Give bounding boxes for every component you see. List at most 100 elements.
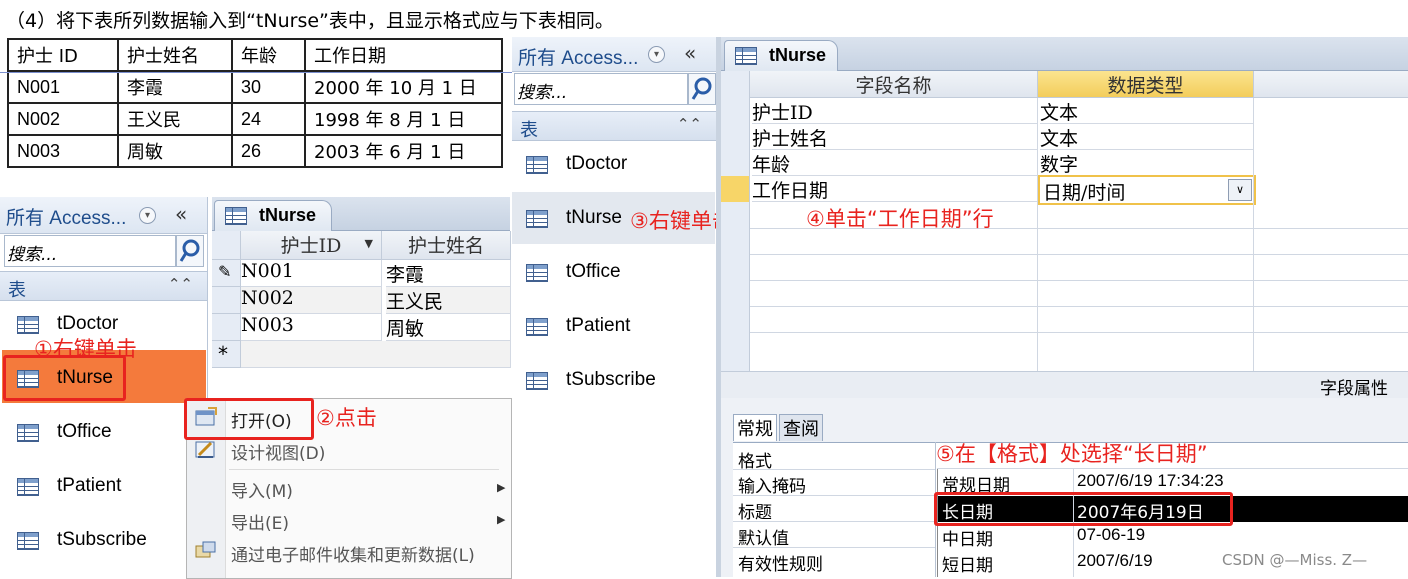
nav-item-tsubscribe[interactable]: tSubscribe xyxy=(526,369,706,395)
row-selector[interactable]: * xyxy=(212,341,241,368)
table-row: N002 王义民 24 1998 年 8 月 1 日 xyxy=(7,102,503,136)
search-button[interactable] xyxy=(688,73,716,105)
data-type-cell[interactable]: 数字 xyxy=(1040,150,1254,176)
row-selector[interactable] xyxy=(212,314,241,341)
row-selector[interactable] xyxy=(212,287,241,314)
data-type-cell[interactable]: 文本 xyxy=(1040,124,1254,150)
column-header-field-name: 字段名称 xyxy=(750,71,1038,98)
nav-pane-header[interactable]: 所有 Access... ▾ « xyxy=(512,37,716,72)
nav-item-toffice[interactable]: tOffice xyxy=(526,261,706,287)
annotation-step4: ④单击“工作日期”行 xyxy=(806,207,994,231)
highlight-box xyxy=(184,398,314,440)
property-label-validation-rule: 有效性规则 xyxy=(738,555,823,575)
nav-item-tnurse[interactable]: tNurse xyxy=(526,207,646,233)
nav-item-label: tOffice xyxy=(566,261,621,282)
table-cell: N003 xyxy=(7,134,119,168)
field-name-cell[interactable]: 护士姓名 xyxy=(752,124,1038,150)
table-header: 护士 ID xyxy=(7,38,119,72)
table-icon xyxy=(526,156,548,180)
annotation-step5: ⑤在【格式】处选择“长日期” xyxy=(936,442,1208,466)
nav-item-tpatient[interactable]: tPatient xyxy=(526,315,706,341)
datasheet-cell[interactable]: 李霞 xyxy=(386,260,511,287)
table-cell: 2003 年 6 月 1 日 xyxy=(304,134,503,168)
data-type-cell[interactable]: 文本 xyxy=(1040,98,1254,124)
nav-item-label: tSubscribe xyxy=(566,369,656,390)
data-table: 护士 ID 护士姓名 年龄 工作日期 N001 李霞 30 2000 年 10 … xyxy=(7,38,503,168)
table-cell: 26 xyxy=(231,134,306,168)
column-header[interactable]: 护士姓名 xyxy=(382,231,511,260)
table-row: N003 周敏 26 2003 年 6 月 1 日 xyxy=(7,134,503,168)
menu-item-email[interactable]: 通过电子邮件收集和更新数据(L) xyxy=(231,541,475,566)
collapse-icon[interactable]: « xyxy=(175,202,187,226)
field-name-cell[interactable]: 年龄 xyxy=(752,150,1038,176)
field-name-cell[interactable]: 工作日期 xyxy=(752,176,1038,202)
search-placeholder: 搜索... xyxy=(7,245,58,265)
tab-tnurse-datasheet[interactable]: tNurse xyxy=(214,200,332,232)
column-divider xyxy=(1253,98,1254,371)
search-icon xyxy=(691,77,712,100)
property-label-input-mask: 输入掩码 xyxy=(738,477,806,497)
collapse-icon[interactable]: ⌃⌃ xyxy=(168,275,193,293)
table-icon xyxy=(17,424,39,448)
chevron-down-icon[interactable]: ∨ xyxy=(1228,179,1252,201)
collapse-icon[interactable]: « xyxy=(684,41,696,65)
table-icon xyxy=(526,318,548,342)
instruction-text: （4）将下表所列数据输入到“tNurse”表中，且显示格式应与下表相同。 xyxy=(6,10,614,32)
nav-item-label: tOffice xyxy=(57,421,112,442)
menu-item-design-view[interactable]: 设计视图(D) xyxy=(231,439,325,464)
section-title: 表 xyxy=(520,120,538,141)
edit-pencil-icon: ✎ xyxy=(218,262,232,281)
tab-lookup[interactable]: 查阅 xyxy=(779,414,823,441)
column-divider xyxy=(1037,98,1038,371)
menu-separator xyxy=(229,469,499,470)
datasheet-cell[interactable]: N001 xyxy=(241,260,382,287)
data-type-value: 日期/时间 xyxy=(1043,182,1126,204)
property-label-default-value: 默认值 xyxy=(738,529,789,549)
menu-item-import[interactable]: 导入(M) xyxy=(231,477,293,502)
chevron-down-icon[interactable]: ▼ xyxy=(365,237,373,250)
annotation-step1: ①右键单击 xyxy=(34,337,137,361)
nav-item-tpatient[interactable]: tPatient xyxy=(17,475,197,501)
nav-pane-header[interactable]: 所有 Access... ▾ « xyxy=(0,197,207,234)
format-option-name: 中日期 xyxy=(942,530,993,550)
field-name-cell[interactable]: 护士ID xyxy=(752,98,1038,124)
section-header-tables[interactable]: 表 ⌃⌃ xyxy=(0,271,207,301)
tab-general[interactable]: 常规 xyxy=(733,414,777,441)
nav-item-tdoctor[interactable]: tDoctor xyxy=(526,153,706,179)
table-cell: 24 xyxy=(231,102,306,136)
table-cell: N001 xyxy=(7,70,119,104)
collapse-icon[interactable]: ⌃⌃ xyxy=(677,115,702,133)
select-all-corner[interactable] xyxy=(212,231,241,260)
tab-label: tNurse xyxy=(769,45,827,65)
menu-item-export[interactable]: 导出(E) xyxy=(231,509,289,534)
search-input[interactable]: 搜索... xyxy=(514,73,688,105)
row-selector[interactable]: ✎ xyxy=(212,260,241,287)
section-header-tables[interactable]: 表 ⌃⌃ xyxy=(512,111,716,141)
datasheet-cell[interactable]: 周敏 xyxy=(386,314,511,341)
nav-pane-2: 所有 Access... ▾ « 搜索... 表 ⌃⌃ tDoctor tNur… xyxy=(512,37,717,577)
datasheet-cell[interactable] xyxy=(241,341,511,368)
property-label-caption: 标题 xyxy=(738,503,772,523)
datasheet-cell[interactable]: N003 xyxy=(241,314,382,341)
chevron-down-icon[interactable]: ▾ xyxy=(139,207,156,224)
nav-item-toffice[interactable]: tOffice xyxy=(17,421,197,447)
table-cell: 李霞 xyxy=(117,70,233,104)
table-cell: 2000 年 10 月 1 日 xyxy=(304,70,503,104)
search-input[interactable]: 搜索... xyxy=(4,235,176,267)
table-icon xyxy=(17,478,39,502)
column-header-description xyxy=(1254,71,1408,98)
tab-tnurse-design[interactable]: tNurse xyxy=(724,40,838,72)
chevron-down-icon[interactable]: ▾ xyxy=(648,46,665,63)
search-button[interactable] xyxy=(176,235,204,267)
row-selector-column xyxy=(721,71,750,371)
table-icon xyxy=(225,207,247,230)
nav-pane-title: 所有 Access... xyxy=(6,208,127,229)
data-type-dropdown[interactable]: 日期/时间 ∨ xyxy=(1038,175,1256,205)
datasheet-cell[interactable]: N002 xyxy=(241,287,382,314)
format-option[interactable]: 中日期 07-06-19 xyxy=(938,523,1408,550)
nav-item-tsubscribe[interactable]: tSubscribe xyxy=(17,529,197,555)
nav-item-label: tPatient xyxy=(57,475,122,496)
datasheet-cell[interactable]: 王义民 xyxy=(386,287,511,314)
column-header[interactable]: 护士ID ▼ xyxy=(241,231,382,260)
table-cell: 王义民 xyxy=(117,102,233,136)
